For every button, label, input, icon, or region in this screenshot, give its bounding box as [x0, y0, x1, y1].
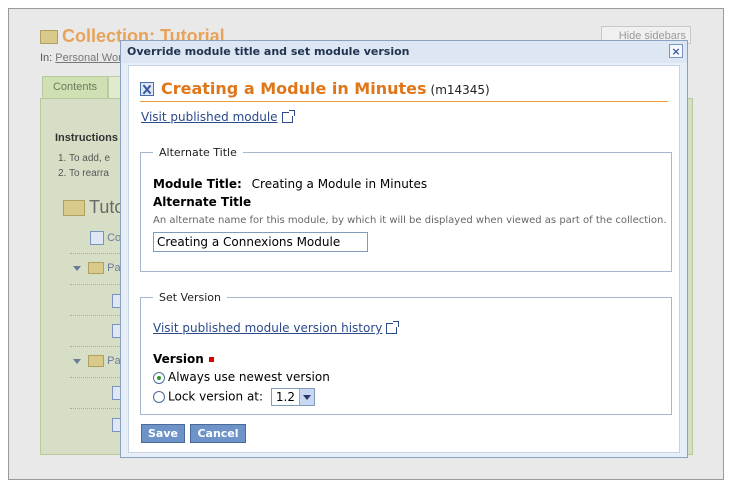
version-history-link[interactable]: Visit published module version history	[153, 321, 400, 335]
module-title-label: Module Title:	[153, 177, 242, 191]
dialog-body: Creating a Module in Minutes (m14345) Vis…	[128, 65, 680, 453]
version-label: Version	[153, 352, 214, 366]
tree-item[interactable]: Pa	[73, 355, 121, 371]
instructions-heading: Instructions	[55, 132, 118, 144]
folder-icon	[63, 200, 85, 217]
breadcrumb-link[interactable]: Personal Wor	[55, 52, 121, 64]
override-dialog: Override module title and set module ver…	[120, 40, 688, 458]
divider	[70, 284, 122, 285]
tab-contents[interactable]: Contents	[42, 76, 108, 100]
close-icon[interactable]: ×	[669, 44, 683, 58]
divider	[70, 315, 122, 316]
dialog-title: Override module title and set module ver…	[127, 45, 410, 58]
folder-icon	[88, 262, 105, 275]
set-version-fieldset: Set Version Visit published module versi…	[140, 291, 672, 415]
folder-icon	[40, 30, 58, 45]
required-icon	[208, 357, 214, 362]
visit-published-link[interactable]: Visit published module	[141, 110, 295, 124]
radio-button-selected[interactable]	[153, 371, 165, 384]
module-title-row: Module Title: Creating a Module in Minut…	[153, 177, 427, 191]
tree-item[interactable]: Pa	[73, 262, 121, 278]
module-title: Creating a Module in Minutes (m14345)	[161, 79, 490, 98]
instruction-line: 1. To add, e	[58, 153, 111, 164]
module-title-value: Creating a Module in Minutes	[251, 177, 428, 191]
radio-lock-version[interactable]: Lock version at: 1.2	[153, 388, 315, 406]
module-id: (m14345)	[430, 83, 490, 97]
module-heading: Creating a Module in Minutes (m14345)	[140, 79, 668, 102]
divider	[70, 346, 122, 347]
divider	[70, 408, 122, 409]
tree-item[interactable]: Co	[90, 231, 121, 247]
external-link-icon	[281, 110, 295, 123]
alternate-title-fieldset: Alternate Title Module Title: Creating a…	[140, 146, 672, 272]
divider	[70, 253, 122, 254]
dialog-header: Override module title and set module ver…	[121, 41, 687, 63]
breadcrumb: In: Personal Wor	[40, 52, 122, 64]
save-button[interactable]: Save	[141, 424, 185, 443]
divider	[70, 377, 122, 378]
expand-icon[interactable]	[73, 265, 81, 271]
alternate-title-legend: Alternate Title	[159, 146, 237, 159]
radio-newest-version[interactable]: Always use newest version	[153, 370, 330, 384]
folder-icon	[88, 355, 105, 368]
cancel-button[interactable]: Cancel	[190, 424, 246, 443]
alternate-title-label: Alternate Title	[153, 195, 252, 209]
instruction-line: 2. To rearra	[58, 168, 109, 179]
module-icon	[90, 231, 104, 245]
expand-icon[interactable]	[73, 358, 81, 364]
version-select[interactable]: 1.2	[270, 388, 315, 406]
alternate-title-input[interactable]	[153, 232, 368, 252]
alternate-title-help: An alternate name for this module, by wh…	[153, 215, 667, 226]
set-version-legend: Set Version	[159, 291, 222, 304]
radio-button[interactable]	[153, 391, 165, 403]
tree-root[interactable]: Tuto	[63, 197, 124, 218]
external-link-icon	[386, 321, 400, 334]
chevron-down-icon[interactable]	[298, 389, 314, 405]
module-icon	[140, 82, 154, 96]
